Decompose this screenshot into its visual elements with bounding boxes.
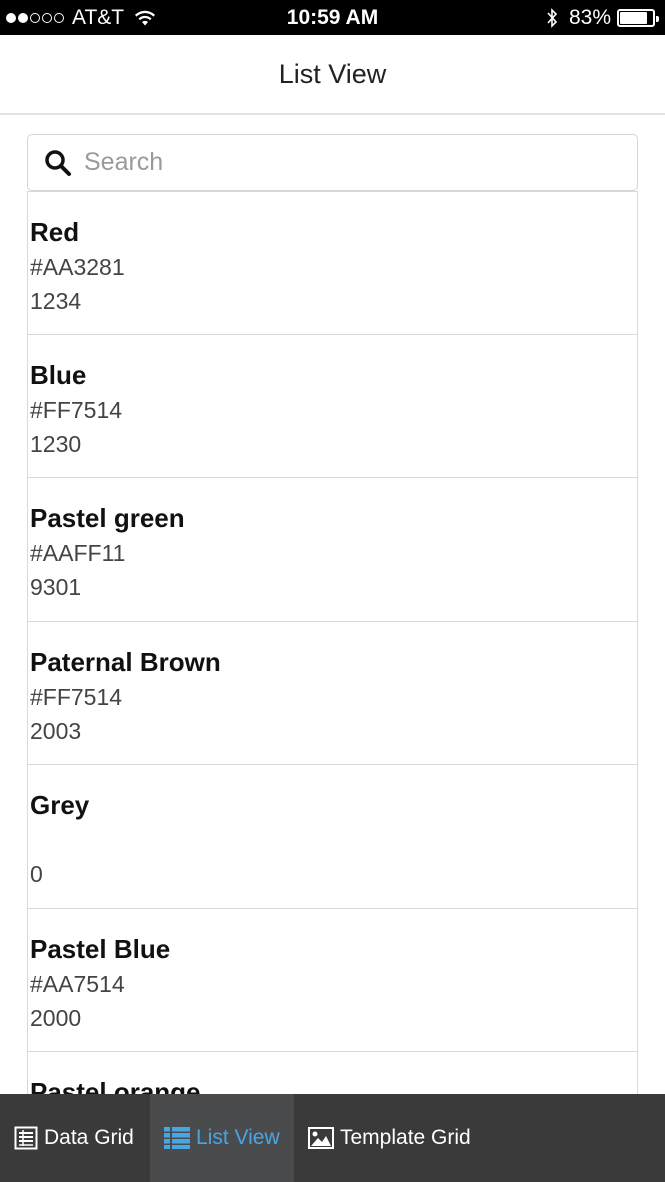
item-name: Pastel Blue [30,933,171,964]
item-hex: #AA7514 [30,970,125,997]
item-hex: #AAFF11 [30,540,126,566]
item-code: 0 [30,861,43,887]
bluetooth-icon [547,8,558,28]
item-code: 2003 [30,717,82,744]
battery-percent: 83% [568,6,611,29]
list-item[interactable]: Pastel Blue #AA7514 2000 [27,908,638,1052]
item-name: Grey [30,790,90,820]
item-name: Red [30,217,80,247]
tab-data-grid[interactable]: Data Grid [0,1094,150,1182]
list-icon [164,1127,190,1149]
item-hex [30,823,637,857]
item-name: Pastel orange [30,1077,201,1094]
battery-tip [656,16,659,22]
item-hex: #AA3281 [30,254,125,280]
image-icon [308,1127,334,1149]
list-item[interactable]: Red #AA3281 1234 [27,191,638,335]
item-name: Blue [30,359,87,390]
item-code: 2000 [30,1004,82,1031]
table-icon [14,1126,38,1150]
list-item[interactable]: Pastel orange [27,1052,638,1094]
tab-list-view[interactable]: List View [150,1094,294,1182]
tab-label: List View [196,1126,280,1149]
tab-label: Data Grid [44,1126,134,1149]
status-bar: AT&T 10:59 AM 83% [0,0,665,35]
search-icon [45,149,71,176]
tab-label: Template Grid [340,1126,471,1149]
item-code: 9301 [30,574,82,600]
item-name: Paternal Brown [30,646,221,677]
nav-header: List View [0,35,665,115]
item-code: 1230 [30,430,82,457]
bottom-tab-bar: Data Grid List View Template Grid [0,1094,665,1182]
list-item[interactable]: Grey 0 [27,765,638,909]
list-item[interactable]: Blue #FF7514 1230 [27,334,638,478]
item-code: 1234 [30,288,82,314]
page-title: List View [278,58,387,89]
status-right: 83% [545,6,659,30]
tab-template-grid[interactable]: Template Grid [294,1094,494,1182]
item-name: Pastel green [30,503,185,533]
item-hex: #FF7514 [30,683,123,710]
battery-icon [617,9,659,27]
item-hex: #FF7514 [30,396,123,423]
battery-fill [620,12,647,24]
color-list[interactable]: Red #AA3281 1234 Blue #FF7514 1230 Paste… [27,191,638,1094]
search-bar[interactable] [27,134,638,191]
search-input[interactable] [84,148,604,177]
list-item[interactable]: Paternal Brown #FF7514 2003 [27,621,638,765]
list-item[interactable]: Pastel green #AAFF11 9301 [27,478,638,622]
